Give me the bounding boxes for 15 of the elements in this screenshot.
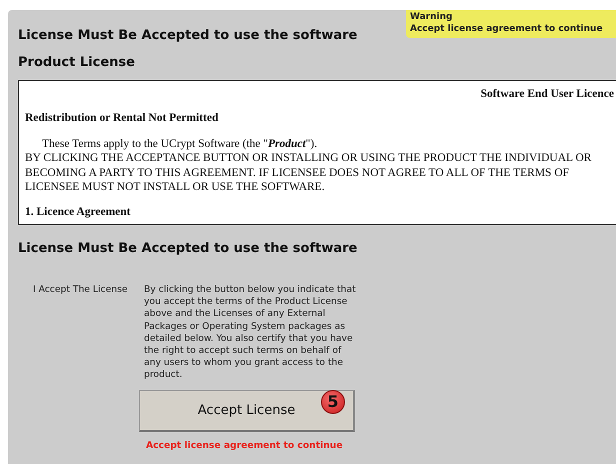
license-paragraph: These Terms apply to the UCrypt Software (the "Product"). xyxy=(41,137,318,151)
warning-message: Accept license agreement to continue xyxy=(410,23,603,35)
license-text-line: LICENSEE MUST NOT INSTALL OR USE THE SOFTWARE. xyxy=(25,180,325,194)
section-heading: Product License xyxy=(18,55,135,70)
warning-title: Warning xyxy=(410,11,452,23)
license-section-title: 1. Licence Agreement xyxy=(25,204,130,218)
description-text: By clicking the button below you indicate that you accept the terms of the Product License above and the Licenses of any External Packages or Operating System packages as detailed below. You also certify that you have the right to accept such terms on behalf of any users to whom you grant access to the product. xyxy=(144,284,357,382)
license-text-line: BECOMING A PARTY TO THIS AGREEMENT. IF LICENSEE DOES NOT AGREE TO ALL OF THE TERMS OF xyxy=(25,166,570,180)
page-heading: License Must Be Accepted to use the software xyxy=(18,28,358,43)
field-label: I Accept The License xyxy=(32,284,129,297)
license-text-line: BY CLICKING THE ACCEPTANCE BUTTON OR INSTALLING OR USING THE PRODUCT THE INDIVIDUAL OR xyxy=(25,151,592,166)
section-heading: License Must Be Accepted to use the software xyxy=(18,241,358,256)
error-message: Accept license agreement to continue xyxy=(146,440,344,451)
license-section-title: Redistribution or Rental Not Permitted xyxy=(25,111,218,125)
document-title: Software End User Licence xyxy=(480,87,615,101)
